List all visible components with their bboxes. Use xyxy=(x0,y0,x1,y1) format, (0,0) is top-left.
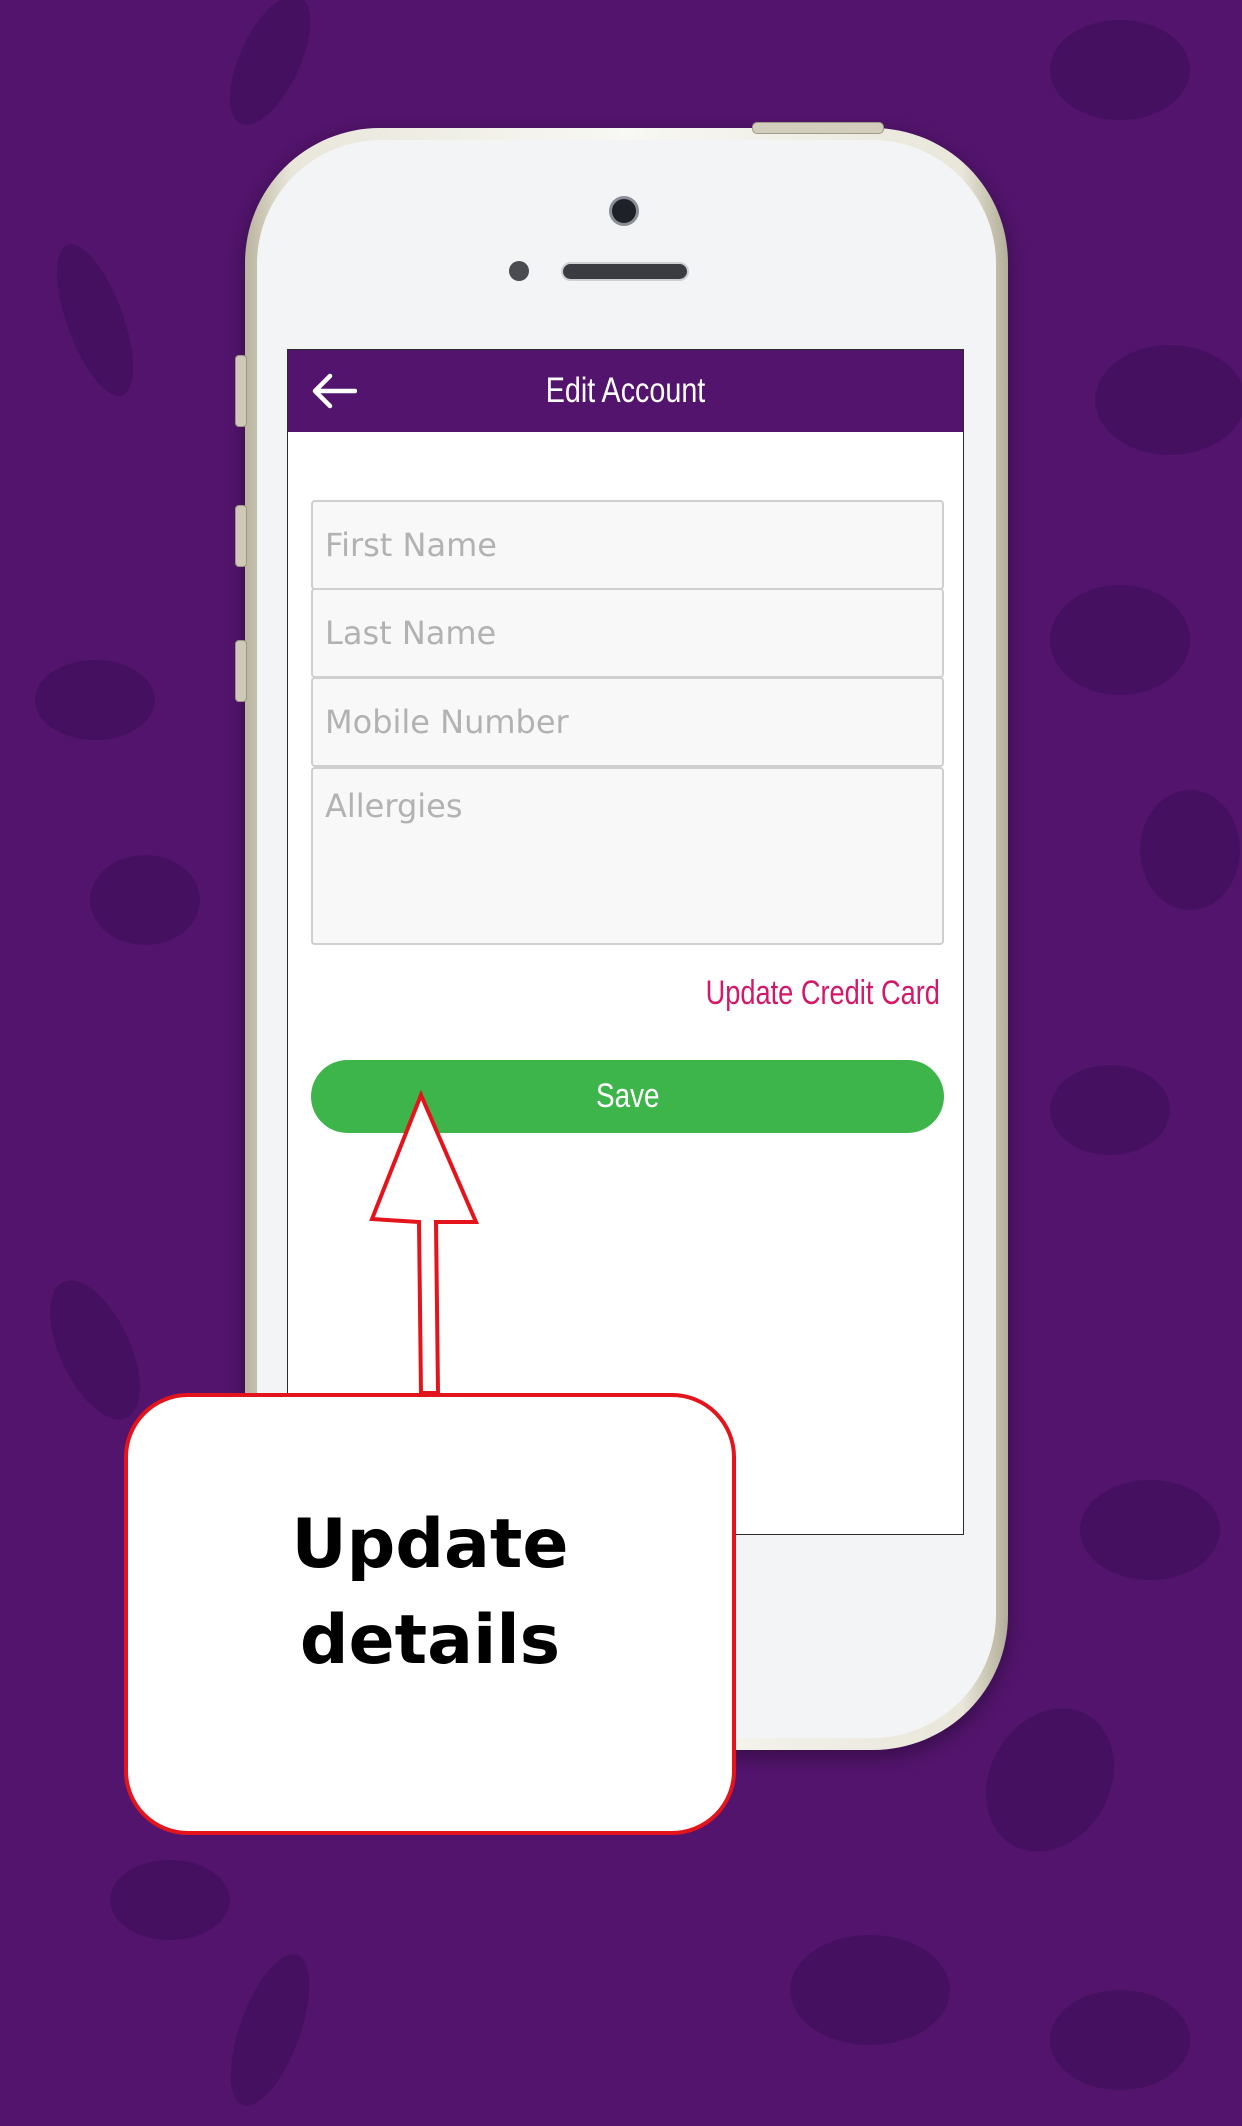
proximity-sensor xyxy=(509,261,529,281)
save-button-label: Save xyxy=(595,1077,660,1115)
phone-power-button xyxy=(752,122,884,134)
phone-volume-up-button xyxy=(235,505,247,567)
allergies-textarea[interactable] xyxy=(311,767,944,945)
front-camera xyxy=(609,196,639,226)
phone-mute-switch xyxy=(235,355,247,427)
callout-text: Update details xyxy=(291,1505,569,1680)
save-button[interactable]: Save xyxy=(311,1060,944,1133)
app-screen: Edit Account Update Credit Card Save xyxy=(287,349,964,1535)
phone-volume-down-button xyxy=(235,640,247,702)
page-title: Edit Account xyxy=(545,371,706,410)
last-name-input[interactable] xyxy=(311,588,944,678)
app-bar: Edit Account xyxy=(288,350,963,432)
annotation-callout: Update details xyxy=(124,1393,736,1835)
first-name-input[interactable] xyxy=(311,500,944,590)
mobile-number-input[interactable] xyxy=(311,677,944,767)
earpiece-speaker xyxy=(561,262,689,281)
update-credit-card-link[interactable]: Update Credit Card xyxy=(706,974,940,1013)
